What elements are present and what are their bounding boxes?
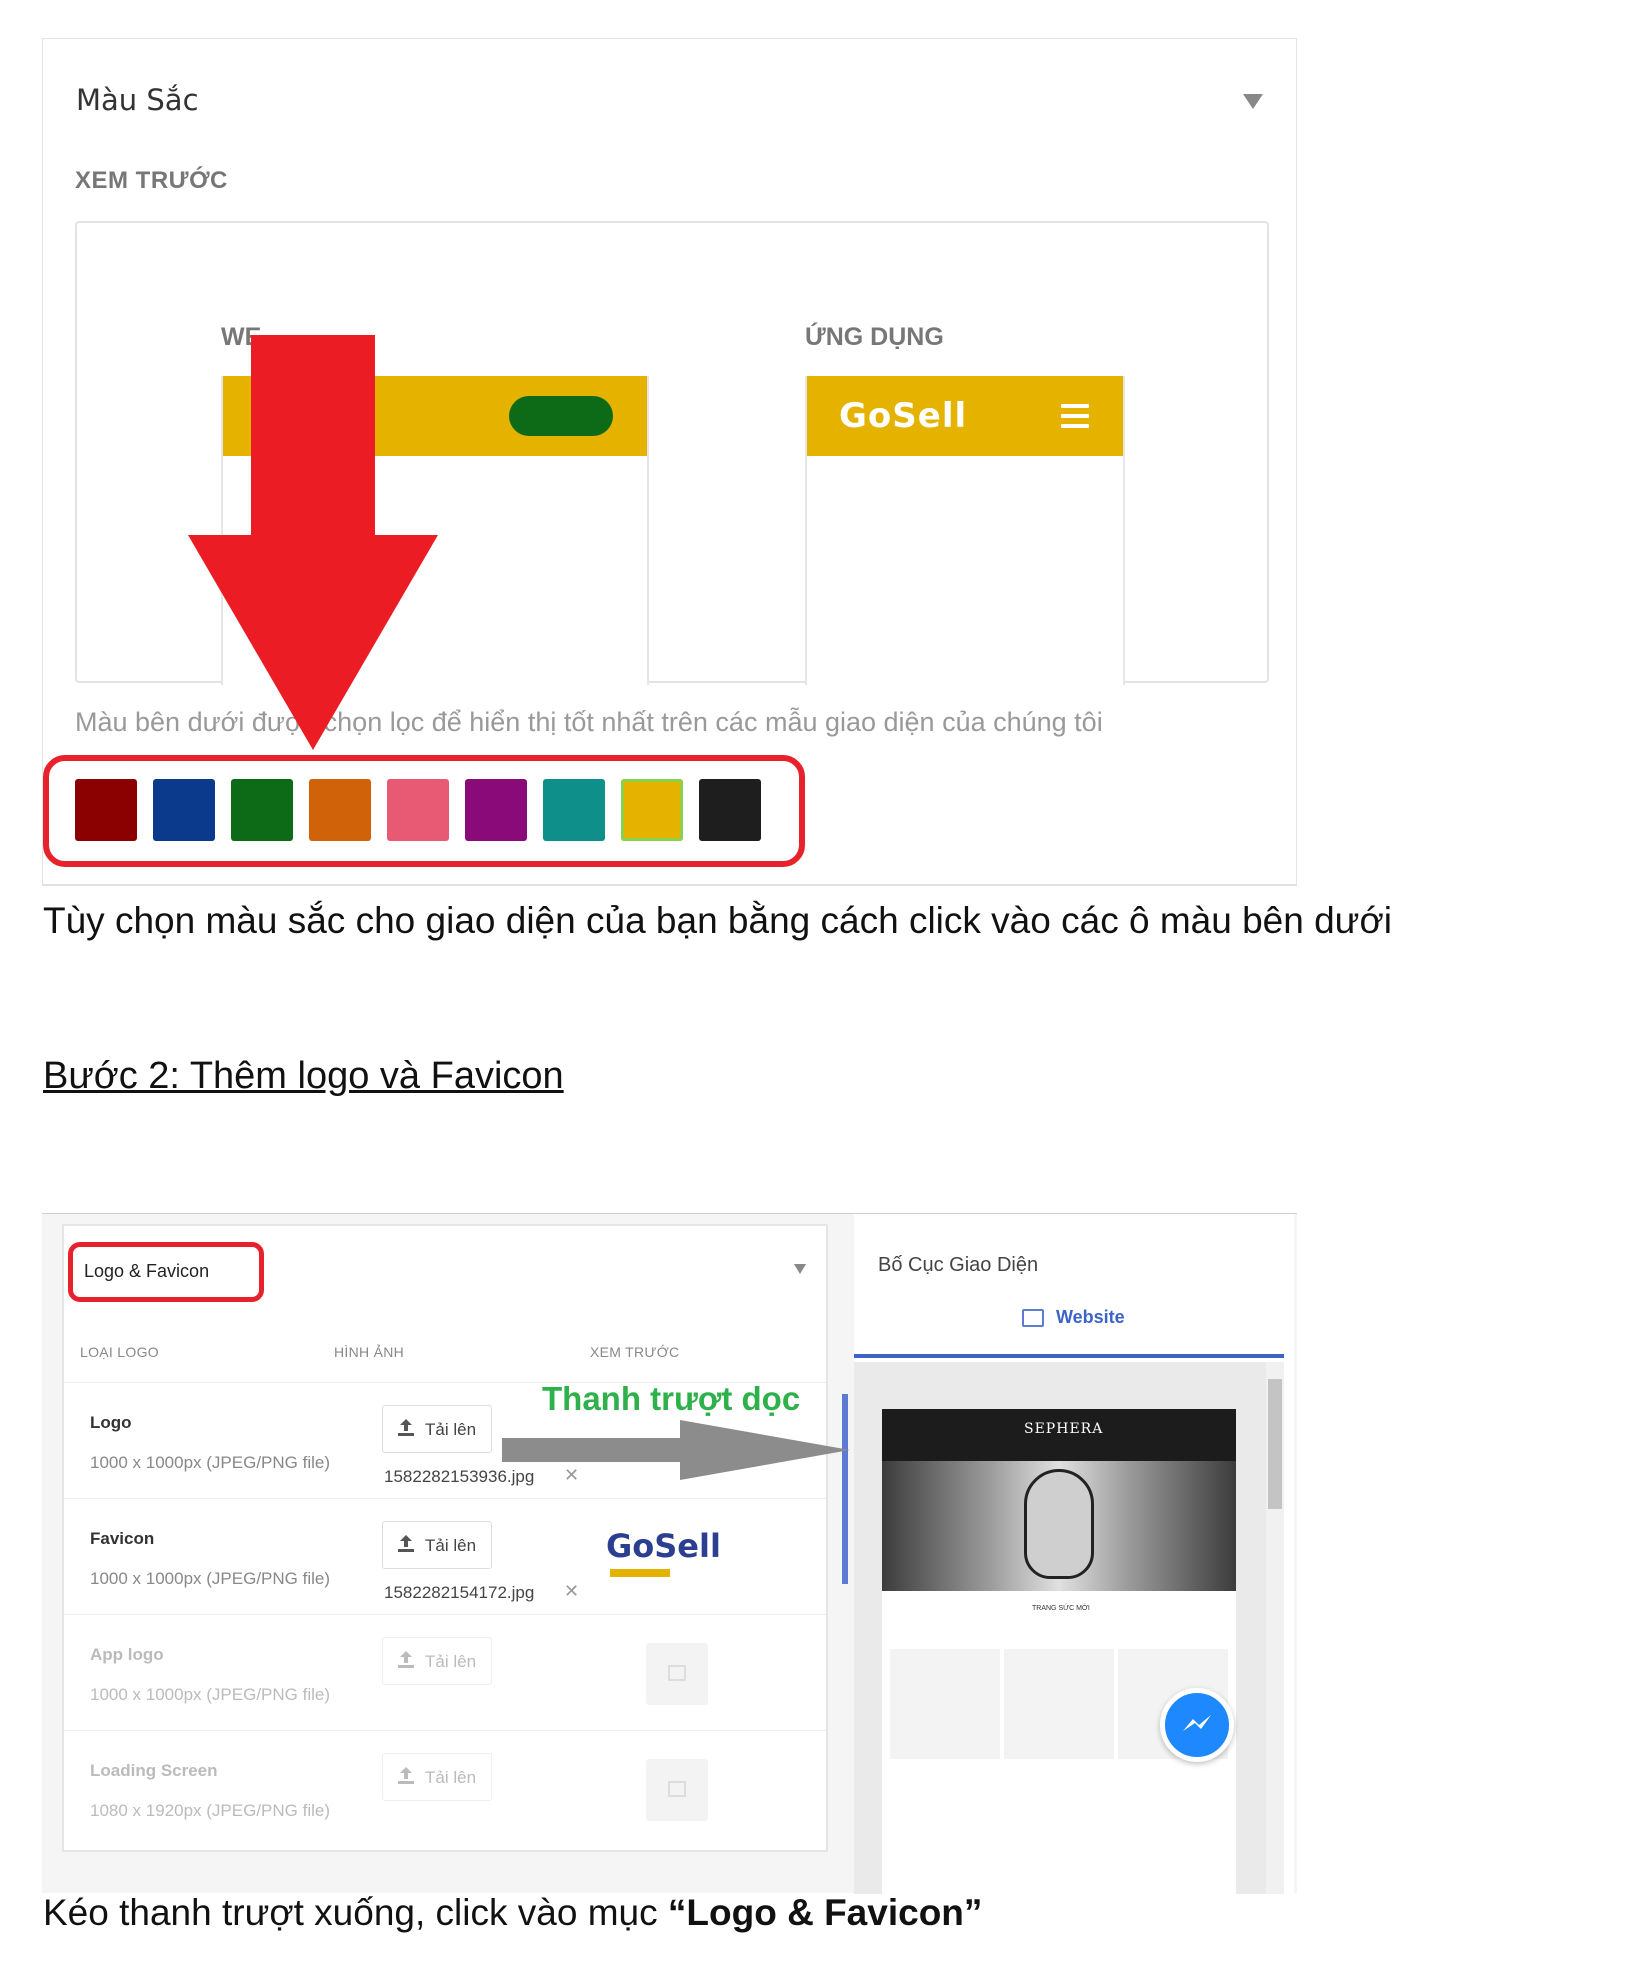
- website-preview: SEPHERA TRANG SỨC MỚI: [882, 1409, 1236, 1894]
- chevron-down-icon[interactable]: [794, 1264, 806, 1274]
- layout-panel-title: Bố Cục Giao Diện: [878, 1254, 1039, 1276]
- site-nav-bar: SEPHERA: [882, 1409, 1236, 1461]
- upload-icon: [398, 1535, 414, 1552]
- column-logo-type: LOẠI LOGO: [80, 1344, 159, 1360]
- row-spec: 1000 x 1000px (JPEG/PNG file): [90, 1453, 331, 1472]
- color-swatch[interactable]: [543, 779, 605, 841]
- color-swatch[interactable]: [309, 779, 371, 841]
- upload-icon: [398, 1651, 414, 1668]
- site-hero-image: [882, 1461, 1236, 1591]
- gray-arrow-annotation: [502, 1420, 850, 1480]
- upload-button[interactable]: Tải lên: [382, 1521, 492, 1569]
- layout-panel: Bố Cục Giao Diện Website SEPHERA TRANG S…: [854, 1214, 1294, 1894]
- red-arrow-annotation: [188, 335, 438, 750]
- app-preview-mock: GoSell: [805, 376, 1125, 685]
- upload-icon: [398, 1767, 414, 1784]
- app-logo-row: App logo 1000 x 1000px (JPEG/PNG file) T…: [64, 1614, 826, 1731]
- site-section-heading: TRANG SỨC MỚI: [1032, 1605, 1090, 1612]
- hamburger-menu-icon: [1061, 404, 1089, 434]
- color-swatch[interactable]: [621, 779, 683, 841]
- row-name: Favicon: [90, 1529, 155, 1548]
- image-placeholder-icon: [646, 1643, 708, 1705]
- logo-favicon-title[interactable]: Logo & Favicon: [84, 1261, 209, 1282]
- favicon-row: Favicon 1000 x 1000px (JPEG/PNG file) Tả…: [64, 1498, 826, 1615]
- browser-window-icon: [1022, 1309, 1044, 1327]
- row-name: App logo: [90, 1645, 164, 1664]
- color-swatch[interactable]: [75, 779, 137, 841]
- slider-annotation-label: Thanh trượt dọc: [542, 1380, 801, 1417]
- logo-favicon-panel: Logo & Favicon LOẠI LOGO HÌNH ẢNH XEM TR…: [62, 1224, 828, 1852]
- remove-icon[interactable]: ✕: [564, 1581, 579, 1602]
- upload-button[interactable]: Tải lên: [382, 1753, 492, 1801]
- scrollbar-thumb[interactable]: [1268, 1379, 1282, 1509]
- row-name: Loading Screen: [90, 1761, 218, 1780]
- web-header-button: [509, 396, 613, 436]
- gosell-logo: GoSell: [839, 396, 968, 436]
- row-spec: 1000 x 1000px (JPEG/PNG file): [90, 1685, 331, 1704]
- color-swatch[interactable]: [231, 779, 293, 841]
- product-thumbnail: [890, 1649, 1000, 1759]
- site-brand: SEPHERA: [1024, 1421, 1104, 1437]
- favicon-preview-strip: [610, 1569, 670, 1577]
- caption-1: Tùy chọn màu sắc cho giao diện của bạn b…: [43, 900, 1392, 941]
- upload-button[interactable]: Tải lên: [382, 1637, 492, 1685]
- color-swatch[interactable]: [153, 779, 215, 841]
- preview-label: XEM TRƯỚC: [75, 167, 228, 194]
- caption-2: Kéo thanh trượt xuống, click vào mục “Lo…: [43, 1892, 983, 1933]
- color-swatch[interactable]: [699, 779, 761, 841]
- product-thumbnail: [1004, 1649, 1114, 1759]
- row-spec: 1000 x 1000px (JPEG/PNG file): [90, 1569, 331, 1588]
- app-preview-label: ỨNG DỤNG: [805, 323, 944, 351]
- row-spec: 1080 x 1920px (JPEG/PNG file): [90, 1801, 331, 1820]
- hero-portrait: [1024, 1469, 1094, 1579]
- upload-icon: [398, 1419, 414, 1436]
- tab-website[interactable]: Website: [1056, 1307, 1125, 1328]
- color-panel-title[interactable]: Màu Sắc: [76, 83, 199, 117]
- column-preview: XEM TRƯỚC: [590, 1344, 680, 1360]
- messenger-icon[interactable]: [1160, 1688, 1234, 1762]
- color-swatch[interactable]: [387, 779, 449, 841]
- column-image: HÌNH ẢNH: [334, 1344, 405, 1360]
- favicon-preview-logo: GoSell: [606, 1527, 721, 1565]
- file-name: 1582282154172.jpg: [384, 1583, 535, 1602]
- color-swatch[interactable]: [465, 779, 527, 841]
- row-name: Logo: [90, 1413, 132, 1432]
- logo-favicon-screenshot: Logo & Favicon LOẠI LOGO HÌNH ẢNH XEM TR…: [42, 1213, 1297, 1894]
- step-2-heading: Bước 2: Thêm logo và Favicon: [43, 1055, 564, 1097]
- color-settings-screenshot: Màu Sắc XEM TRƯỚC WE ỨNG DỤNG GoSell Màu…: [42, 38, 1297, 886]
- loading-screen-row: Loading Screen 1080 x 1920px (JPEG/PNG f…: [64, 1730, 826, 1847]
- messenger-bolt-icon: [1183, 1715, 1211, 1731]
- active-tab-underline: [854, 1354, 1284, 1358]
- image-placeholder-icon: [646, 1759, 708, 1821]
- upload-button[interactable]: Tải lên: [382, 1405, 492, 1453]
- chevron-down-icon[interactable]: [1243, 94, 1263, 109]
- app-header-bar: GoSell: [807, 376, 1123, 456]
